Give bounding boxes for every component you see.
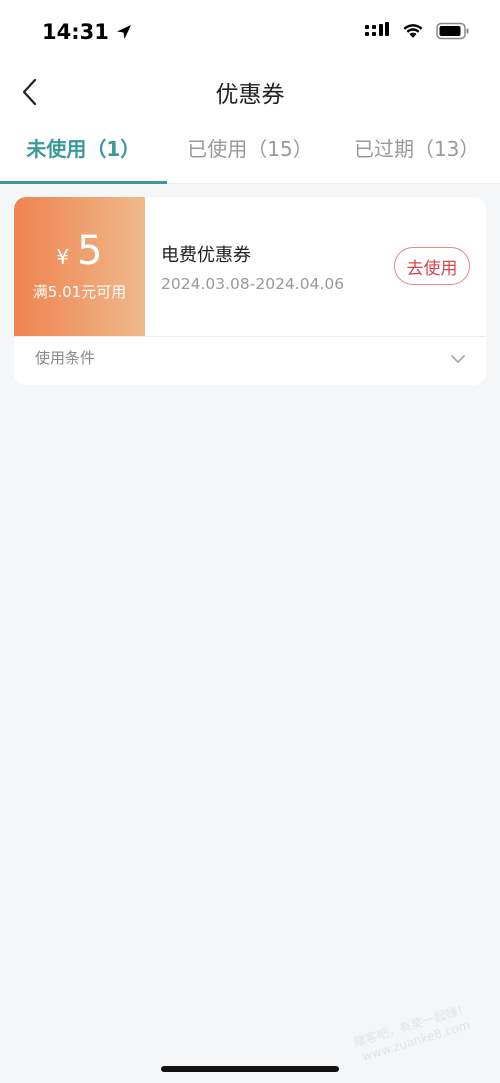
navigation-bar: 优惠券 <box>0 66 500 118</box>
tab-unused[interactable]: 未使用（1） <box>0 118 167 184</box>
status-time: 14:31 <box>42 20 133 44</box>
coupon-tabs: 未使用（1） 已使用（15） 已过期（13） <box>0 118 500 184</box>
tab-expired[interactable]: 已过期（13） <box>333 118 500 183</box>
tab-used[interactable]: 已使用（15） <box>167 118 334 183</box>
chevron-down-icon <box>451 355 465 363</box>
usage-conditions-label: 使用条件 <box>35 348 96 367</box>
coupon-list: ¥ 5 满5.01元可用 电费优惠券 2024.03.08-2024.04.06… <box>0 184 500 398</box>
currency-symbol: ¥ <box>56 245 70 269</box>
usage-conditions-toggle[interactable]: 使用条件 <box>14 336 486 385</box>
status-icons <box>364 22 470 40</box>
cellular-signal-icon <box>365 22 389 36</box>
battery-icon <box>436 22 469 40</box>
use-coupon-button[interactable]: 去使用 <box>394 247 470 285</box>
clock-text: 14:31 <box>42 20 109 44</box>
home-indicator <box>161 1066 339 1072</box>
header-area: 14:31 优惠券 未使用（1） 已使用（15） 已过期（13） <box>0 0 500 184</box>
status-bar: 14:31 <box>0 0 500 66</box>
watermark: 赚客吧，有奖一起赚！ www.zuanke8.com <box>352 1001 476 1066</box>
coupon-card: ¥ 5 满5.01元可用 电费优惠券 2024.03.08-2024.04.06… <box>14 197 486 385</box>
coupon-info: 电费优惠券 2024.03.08-2024.04.06 去使用 <box>145 197 486 336</box>
coupon-threshold: 满5.01元可用 <box>32 283 127 301</box>
coupon-amount: 5 <box>77 228 103 274</box>
coupon-amount-row: ¥ 5 <box>56 231 102 271</box>
wifi-icon <box>403 24 423 38</box>
coupon-value-panel: ¥ 5 满5.01元可用 <box>14 197 145 336</box>
page-title: 优惠券 <box>215 82 285 108</box>
location-arrow-icon <box>116 25 131 39</box>
coupon-main: ¥ 5 满5.01元可用 电费优惠券 2024.03.08-2024.04.06… <box>14 197 486 336</box>
